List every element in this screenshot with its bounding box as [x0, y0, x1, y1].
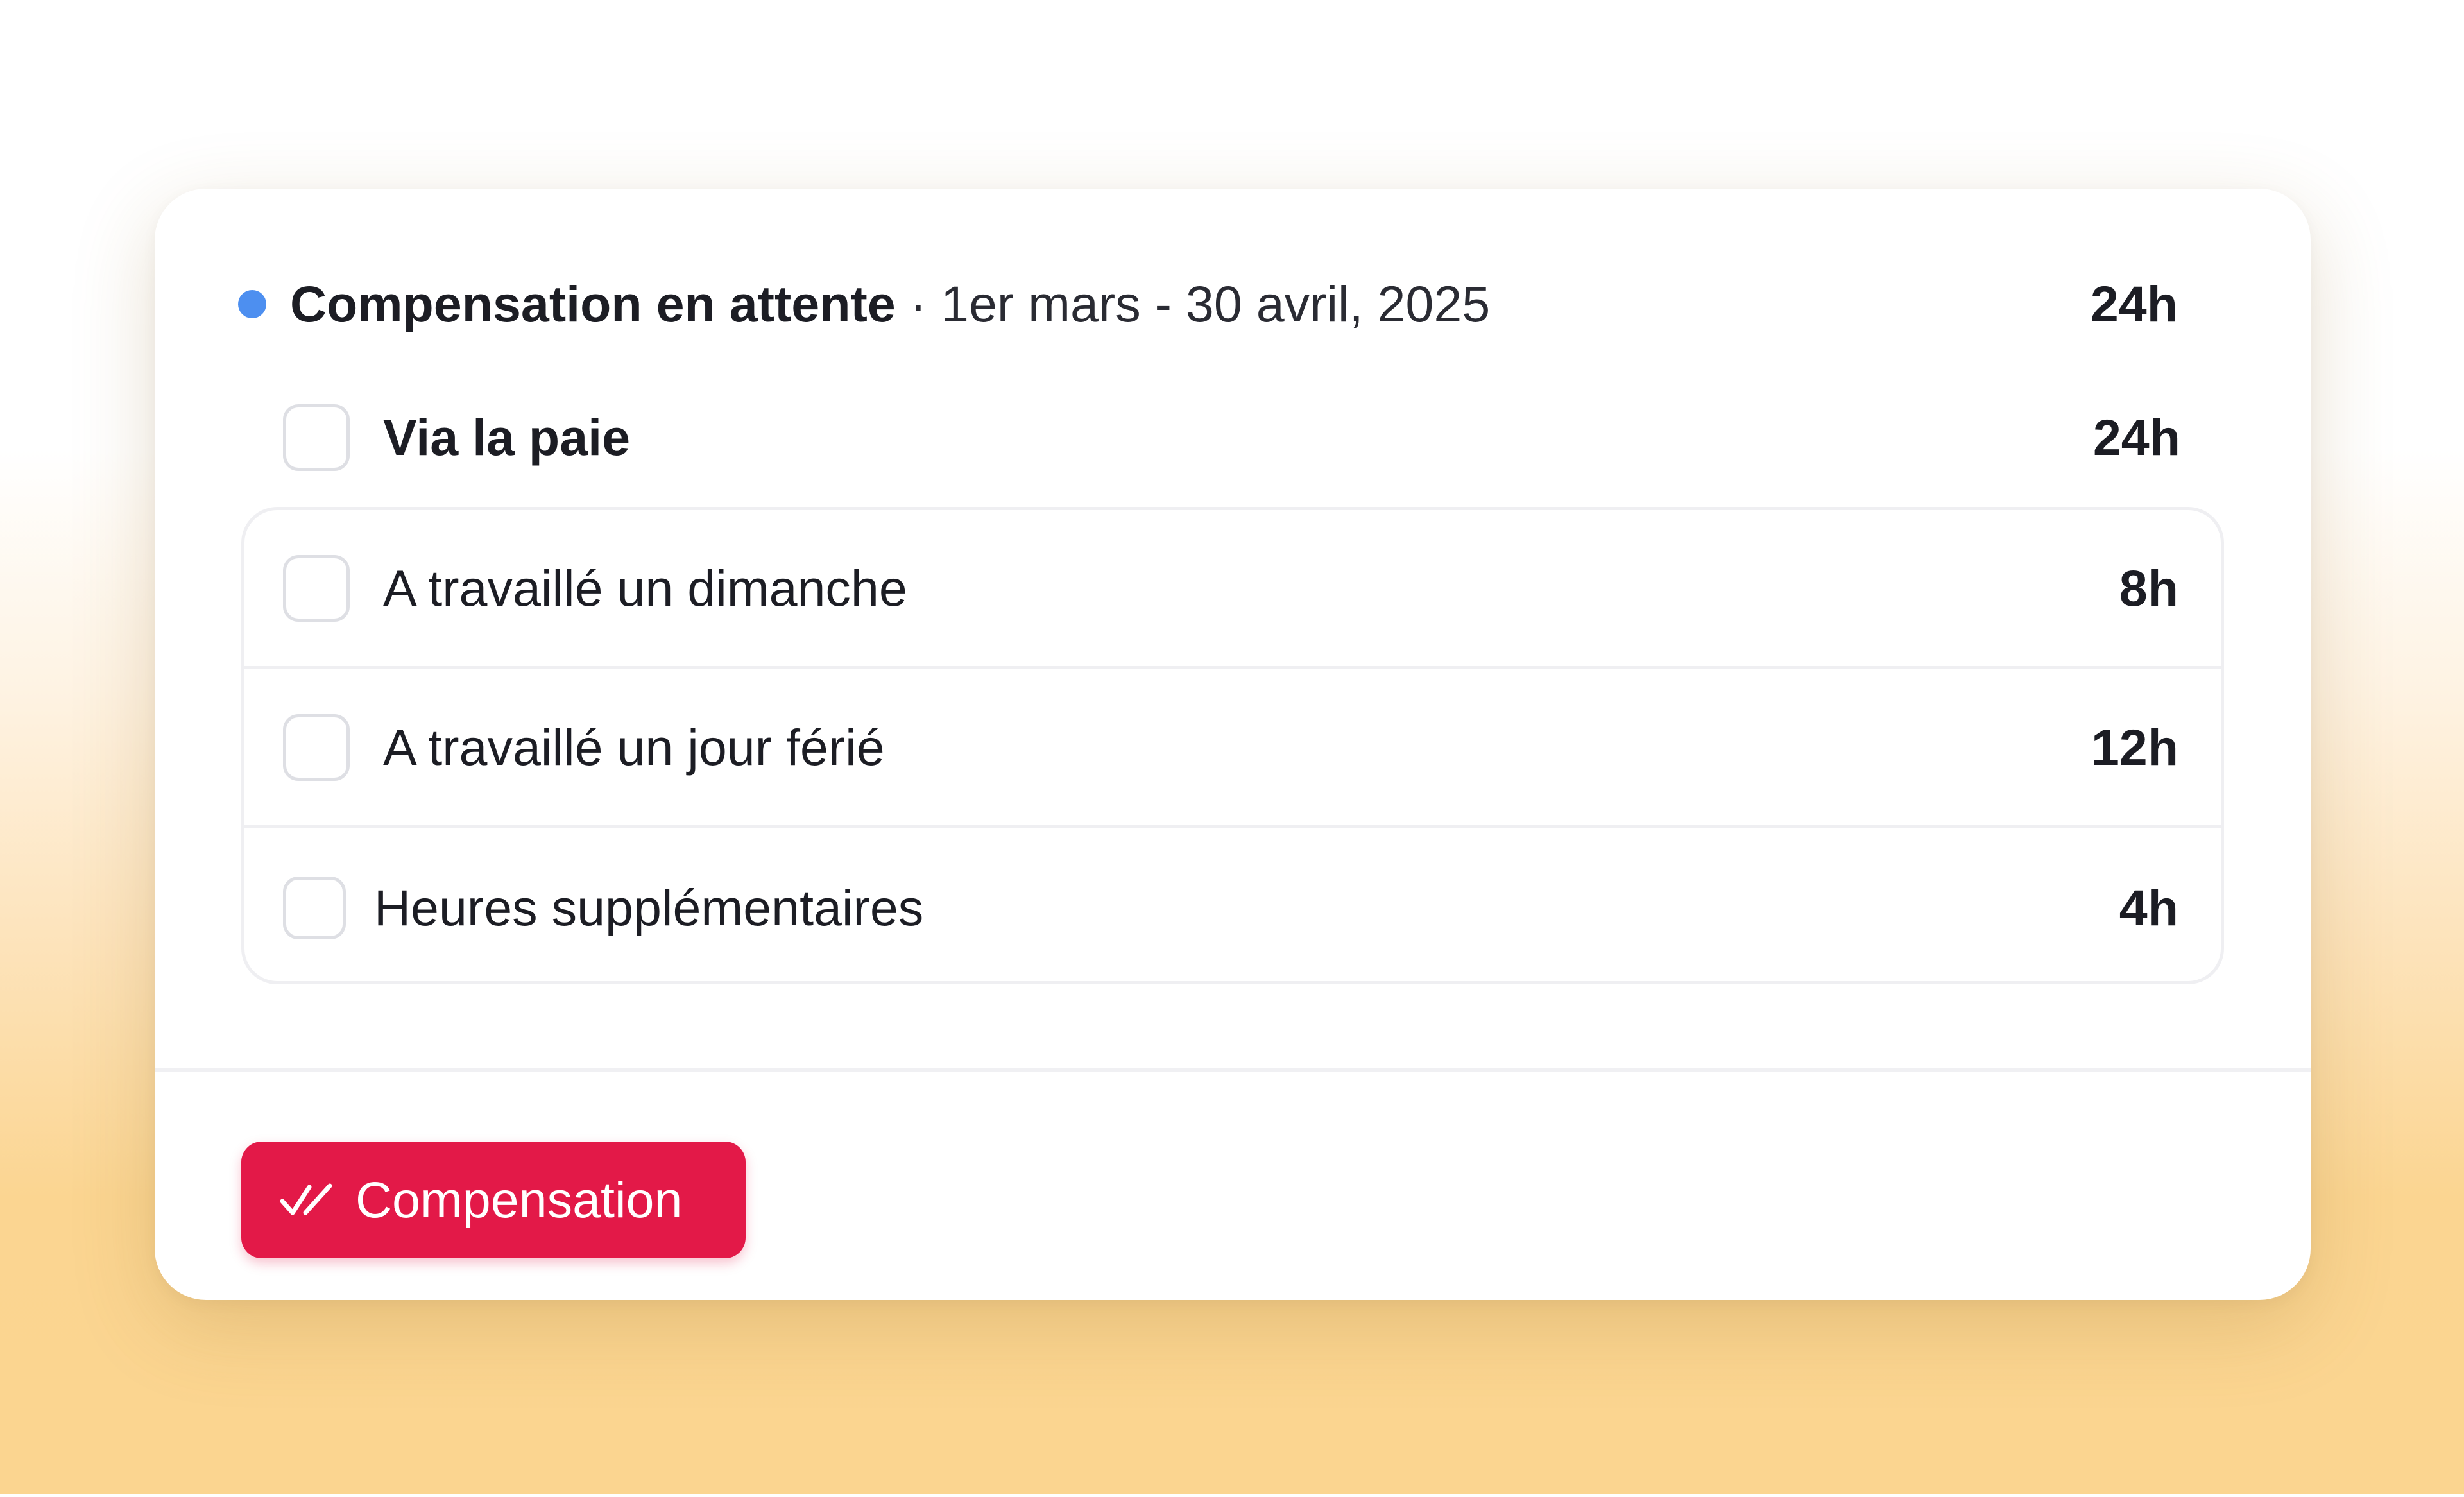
- group-hours: 24h: [2092, 409, 2180, 466]
- item-hours: 12h: [2091, 718, 2178, 776]
- compensation-items-list: A travaillé un dimanche 8h A travaillé u…: [241, 507, 2224, 984]
- item-checkbox[interactable]: [283, 714, 350, 781]
- summary-period: 1er mars - 30 avril, 2025: [941, 275, 1491, 332]
- item-label: A travaillé un jour férié: [383, 718, 885, 776]
- item-checkbox[interactable]: [283, 554, 350, 622]
- item-checkbox[interactable]: [283, 877, 346, 939]
- group-checkbox[interactable]: [283, 404, 350, 471]
- summary-separator: ·: [909, 275, 927, 332]
- item-label: A travaillé un dimanche: [383, 559, 907, 617]
- double-check-icon: [280, 1183, 332, 1215]
- group-label: Via la paie: [383, 409, 631, 466]
- item-hours: 4h: [2119, 879, 2178, 936]
- summary-header: Compensation en attente · 1er mars - 30 …: [238, 272, 2178, 336]
- item-hours: 8h: [2119, 559, 2178, 617]
- summary-total-hours: 24h: [2090, 275, 2178, 332]
- list-item[interactable]: Heures supplémentaires 4h: [244, 828, 2221, 981]
- compensation-button[interactable]: Compensation: [241, 1142, 746, 1258]
- list-item[interactable]: A travaillé un jour férié 12h: [244, 669, 2221, 828]
- status-dot-icon: [238, 290, 266, 318]
- summary-title: Compensation en attente: [290, 275, 896, 332]
- item-label: Heures supplémentaires: [374, 879, 924, 936]
- group-via-la-paie[interactable]: Via la paie 24h: [283, 403, 2180, 472]
- footer-divider: [155, 1068, 2311, 1072]
- bottom-strip: [0, 1494, 2464, 1497]
- list-item[interactable]: A travaillé un dimanche 8h: [244, 510, 2221, 669]
- compensation-button-label: Compensation: [355, 1171, 683, 1228]
- compensation-card: Compensation en attente · 1er mars - 30 …: [155, 189, 2311, 1300]
